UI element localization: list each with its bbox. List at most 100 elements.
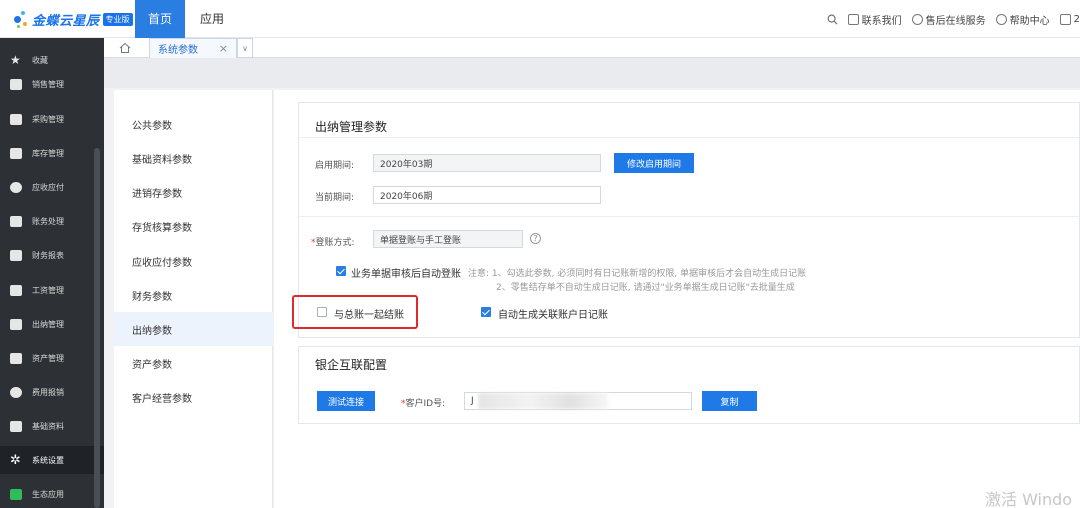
chart-icon <box>10 78 22 90</box>
current-period-label: 当前期间: <box>315 193 355 203</box>
client-id-label: *客户ID号: <box>401 399 446 409</box>
home-icon[interactable] <box>119 42 131 54</box>
coin-icon <box>10 181 22 193</box>
test-connection-button[interactable]: 测试连接 <box>317 391 375 411</box>
start-period-field: 2020年03期 <box>373 154 601 172</box>
sidebar-item-cashier[interactable]: 出纳管理 <box>0 310 104 338</box>
sidebar-item-accounting[interactable]: 账务处理 <box>0 207 104 235</box>
toolbar-band <box>104 58 1080 88</box>
tab-label: 系统参数 <box>158 45 198 56</box>
start-period-label: 启用期间: <box>315 161 355 171</box>
sidebar-item-purchase[interactable]: 采购管理 <box>0 105 104 133</box>
contact-us-label: 联系我们 <box>861 15 902 27</box>
client-id-text: 客户ID号: <box>405 399 446 409</box>
brand-logo[interactable]: 金蝶云星辰 专业版 <box>12 9 133 29</box>
sidebar-item-label: 账务处理 <box>32 216 64 226</box>
bank-config-card: 银企互联配置 测试连接 *客户ID号: J 复制 <box>298 346 1080 424</box>
sidebar-item-label: 工资管理 <box>32 285 64 295</box>
help-circle-icon[interactable]: ? <box>530 233 541 244</box>
card-header: 出纳管理参数 <box>299 103 1079 138</box>
current-period-field: 2020年06期 <box>373 186 601 204</box>
sidebar-item-system-settings[interactable]: ✲ 系统设置 <box>0 446 104 474</box>
gear-icon: ✲ <box>10 452 21 468</box>
edition-badge: 专业版 <box>102 12 133 26</box>
user-menu[interactable]: 2 <box>1059 13 1080 25</box>
param-menu-item-finance[interactable]: 财务参数 <box>114 278 273 312</box>
online-service-link[interactable]: 售后在线服务 <box>911 12 986 27</box>
cart-icon <box>10 113 22 125</box>
sidebar-item-label: 应收应付 <box>32 182 64 192</box>
sidebar-item-label: 出纳管理 <box>32 319 64 329</box>
sidebar-item-assets[interactable]: 资产管理 <box>0 344 104 372</box>
user-menu-label: 2 <box>1073 13 1080 25</box>
layers-icon <box>10 420 22 432</box>
sidebar-item-sales[interactable]: 销售管理 <box>0 70 104 98</box>
sidebar-item-eco-apps[interactable]: 生态应用 <box>0 480 104 508</box>
auto-post-checkbox[interactable] <box>336 266 346 276</box>
cashier-params-title: 出纳管理参数 <box>315 120 388 134</box>
headset-icon <box>911 13 923 25</box>
star-icon: ★ <box>10 52 21 67</box>
param-menu-item-public[interactable]: 公共参数 <box>114 107 273 141</box>
assets-icon <box>10 352 22 364</box>
sidebar-item-inventory[interactable]: 库存管理 <box>0 139 104 167</box>
sidebar-item-expenses[interactable]: 费用报销 <box>0 378 104 406</box>
help-center-link[interactable]: 帮助中心 <box>995 12 1050 27</box>
top-links: 联系我们 售后在线服务 帮助中心 2 <box>817 0 1080 38</box>
sidebar-item-label: 基础资料 <box>32 421 64 431</box>
param-menu: 公共参数 基础资料参数 进销存参数 存货核算参数 应收应付参数 财务参数 出纳参… <box>114 90 273 508</box>
param-menu-item-basic-data[interactable]: 基础资料参数 <box>114 141 273 175</box>
param-menu-item-cashier[interactable]: 出纳参数 <box>114 312 273 346</box>
sidebar-item-label: 资产管理 <box>32 353 64 363</box>
online-service-label: 售后在线服务 <box>925 15 986 27</box>
nav-apps[interactable]: 应用 <box>190 0 234 38</box>
auto-journal-checkbox[interactable] <box>481 307 491 317</box>
cashier-icon <box>10 318 22 330</box>
payroll-icon <box>10 284 22 296</box>
help-center-label: 帮助中心 <box>1009 15 1050 27</box>
sidebar-item-label: 采购管理 <box>32 114 64 124</box>
bank-config-title: 银企互联配置 <box>315 358 388 372</box>
auto-journal-label: 自动生成关联账户日记账 <box>498 310 608 321</box>
logo-icon <box>12 9 30 29</box>
chevron-down-icon[interactable]: ∨ <box>237 38 253 58</box>
param-menu-item-customer[interactable]: 客户经营参数 <box>114 380 273 414</box>
sidebar-item-label: 收藏 <box>32 55 48 65</box>
param-menu-item-receivables[interactable]: 应收应付参数 <box>114 244 273 278</box>
modify-start-period-button[interactable]: 修改启用期间 <box>614 153 694 173</box>
close-icon[interactable]: × <box>219 42 228 55</box>
sidebar-item-receivables[interactable]: 应收应付 <box>0 173 104 201</box>
posting-method-field[interactable]: 单据登账与手工登账 <box>373 230 523 248</box>
sidebar-item-payroll[interactable]: 工资管理 <box>0 276 104 304</box>
calendar-icon <box>1059 13 1071 25</box>
search-icon[interactable] <box>827 14 838 25</box>
divider <box>299 216 1079 217</box>
posting-method-text: 登账方式: <box>315 238 355 248</box>
param-menu-item-assets[interactable]: 资产参数 <box>114 346 273 380</box>
ledger-icon <box>10 215 22 227</box>
sidebar-item-label: 生态应用 <box>32 489 64 499</box>
posting-method-label: *登账方式: <box>311 238 355 248</box>
contact-icon <box>847 13 859 25</box>
note-line-2: 2、零售结存单不自动生成日记账, 请通过"业务单据生成日记账"去批量生成 <box>496 283 795 293</box>
note-line-1: 注意: 1、勾选此参数, 必须同时有日记账新增的权限, 单据审核后才会自动生成日… <box>468 269 807 279</box>
copy-button[interactable]: 复制 <box>702 391 757 411</box>
param-menu-item-inventory[interactable]: 进销存参数 <box>114 175 273 209</box>
contact-us-link[interactable]: 联系我们 <box>847 12 902 27</box>
box-icon <box>10 147 22 159</box>
tab-strip: 系统参数 × ∨ <box>104 38 1080 58</box>
nav-home[interactable]: 首页 <box>135 0 185 38</box>
auto-post-label: 业务单据审核后自动登账 <box>351 269 461 280</box>
param-menu-item-costing[interactable]: 存货核算参数 <box>114 209 273 243</box>
sidebar-item-basic-data[interactable]: 基础资料 <box>0 412 104 440</box>
report-icon <box>10 249 22 261</box>
redacted-value <box>478 393 608 409</box>
sidebar-item-reports[interactable]: 财务报表 <box>0 241 104 269</box>
sidebar-item-label: 费用报销 <box>32 387 64 397</box>
top-bar: 金蝶云星辰 专业版 首页 应用 联系我们 售后在线服务 帮助中心 2 <box>0 0 1080 38</box>
windows-activation-watermark: 激活 Windo <box>985 490 1073 508</box>
sidebar-scrollbar[interactable] <box>94 148 100 508</box>
sidebar-item-label: 销售管理 <box>32 79 64 89</box>
tab-system-params[interactable]: 系统参数 × <box>149 38 237 58</box>
annotation-highlight-box <box>292 295 418 329</box>
